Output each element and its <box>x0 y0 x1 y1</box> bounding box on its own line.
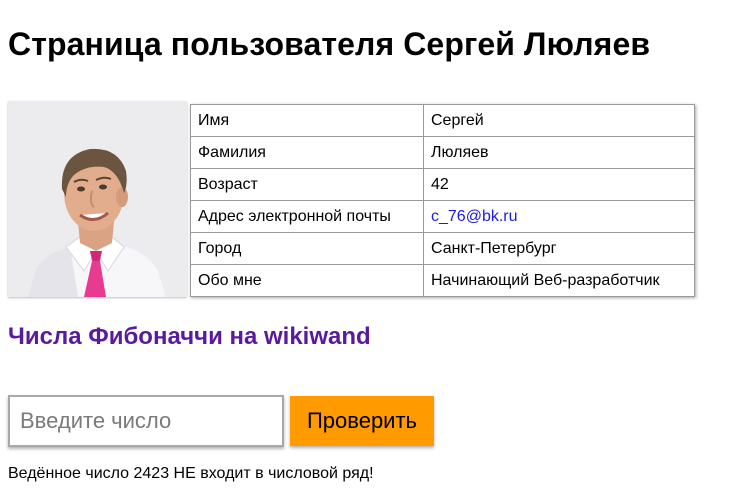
table-row: Имя Сергей <box>190 104 695 137</box>
email-link[interactable]: c_76@bk.ru <box>431 208 518 225</box>
row-label-about: Обо мне <box>190 264 424 297</box>
row-label-last-name: Фамилия <box>190 136 424 169</box>
row-value-first-name: Сергей <box>423 104 695 137</box>
profile-table: Имя Сергей Фамилия Люляев Возраст 42 Адр… <box>190 104 695 297</box>
row-value-about: Начинающий Веб-разработчик <box>423 264 695 297</box>
row-label-age: Возраст <box>190 168 424 201</box>
user-photo-icon <box>8 101 187 297</box>
check-button[interactable]: Проверить <box>290 396 434 446</box>
user-photo <box>8 101 187 297</box>
table-row: Фамилия Люляев <box>190 136 695 169</box>
row-value-email: c_76@bk.ru <box>423 200 695 233</box>
table-row: Возраст 42 <box>190 168 695 201</box>
page-title: Страница пользователя Сергей Люляев <box>8 26 651 62</box>
row-value-age: 42 <box>423 168 695 201</box>
table-row: Адрес электронной почты c_76@bk.ru <box>190 200 695 233</box>
row-label-first-name: Имя <box>190 104 424 137</box>
row-value-city: Санкт-Петербург <box>423 232 695 265</box>
row-label-email: Адрес электронной почты <box>190 200 424 233</box>
table-row: Обо мне Начинающий Веб-разработчик <box>190 264 695 297</box>
result-message: Ведённое число 2423 НЕ входит в числовой… <box>8 465 374 482</box>
fibonacci-wiki-link[interactable]: Числа Фибоначчи на wikiwand <box>8 323 371 351</box>
row-value-last-name: Люляев <box>423 136 695 169</box>
row-label-city: Город <box>190 232 424 265</box>
user-page: Страница пользователя Сергей Люляев Имя … <box>0 0 748 499</box>
number-input[interactable] <box>8 395 284 447</box>
table-row: Город Санкт-Петербург <box>190 232 695 265</box>
